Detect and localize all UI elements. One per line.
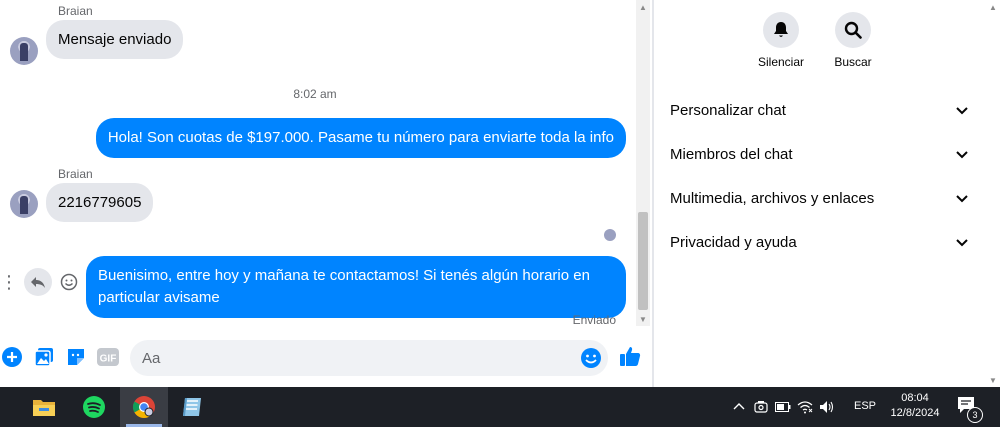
section-label: Personalizar chat bbox=[670, 101, 786, 119]
section-chat-members[interactable]: Miembros del chat bbox=[670, 142, 970, 166]
message-bubble-outgoing[interactable]: Hola! Son cuotas de $197.000. Pasame tu … bbox=[95, 118, 626, 158]
bell-icon bbox=[763, 12, 799, 48]
thumbs-up-icon[interactable] bbox=[618, 344, 644, 370]
panel-scrollbar[interactable]: ▲ ▼ bbox=[986, 0, 1000, 387]
more-options-icon[interactable]: ⋮ bbox=[0, 273, 18, 291]
chat-thread: Braian Mensaje enviado 8:02 am Hola! Son… bbox=[0, 0, 652, 387]
windows-taskbar: ESP 08:04 12/8/2024 3 bbox=[0, 387, 1000, 427]
chat-info-panel: Silenciar Buscar Personalizar chat Miemb… bbox=[654, 0, 986, 387]
react-button[interactable] bbox=[58, 271, 80, 293]
camera-icon[interactable] bbox=[750, 387, 772, 427]
spotify-icon[interactable] bbox=[70, 387, 118, 427]
message-bubble-incoming[interactable]: Mensaje enviado bbox=[46, 20, 184, 59]
message-bubble-incoming[interactable]: 2216779605 bbox=[46, 183, 154, 222]
avatar[interactable] bbox=[10, 190, 38, 218]
notes-app-icon[interactable] bbox=[168, 387, 216, 427]
seen-avatar-icon bbox=[604, 229, 616, 241]
gif-icon[interactable]: GIF bbox=[97, 346, 119, 368]
reply-button[interactable] bbox=[24, 268, 52, 296]
image-icon[interactable] bbox=[33, 346, 55, 368]
chevron-up-icon[interactable] bbox=[728, 387, 750, 427]
section-label: Privacidad y ayuda bbox=[670, 233, 797, 251]
chevron-down-icon bbox=[956, 195, 968, 203]
section-label: Multimedia, archivos y enlaces bbox=[670, 189, 875, 207]
section-privacy-help[interactable]: Privacidad y ayuda bbox=[670, 230, 970, 254]
mute-label: Silenciar bbox=[757, 55, 805, 69]
scrollbar-thumb[interactable] bbox=[638, 212, 648, 310]
section-media-files-links[interactable]: Multimedia, archivos y enlaces bbox=[670, 186, 970, 210]
section-label: Miembros del chat bbox=[670, 145, 793, 163]
scroll-up-icon[interactable]: ▲ bbox=[636, 0, 650, 14]
smiley-icon bbox=[60, 273, 78, 291]
message-input[interactable] bbox=[130, 340, 608, 376]
messenger-window: Braian Mensaje enviado 8:02 am Hola! Son… bbox=[0, 0, 1000, 427]
notification-count-badge: 3 bbox=[967, 407, 983, 423]
search-icon bbox=[835, 12, 871, 48]
scroll-up-icon[interactable]: ▲ bbox=[986, 0, 1000, 14]
input-language[interactable]: ESP bbox=[854, 400, 876, 412]
system-clock[interactable]: 08:04 12/8/2024 bbox=[886, 391, 944, 421]
search-label: Buscar bbox=[834, 55, 872, 69]
taskbar-edge bbox=[0, 387, 10, 427]
chat-scrollbar[interactable]: ▲ ▼ bbox=[636, 0, 650, 326]
avatar[interactable] bbox=[10, 37, 38, 65]
battery-icon[interactable] bbox=[772, 387, 794, 427]
mute-button[interactable]: Silenciar bbox=[751, 12, 811, 69]
chevron-down-icon bbox=[956, 151, 968, 159]
emoji-icon[interactable] bbox=[580, 347, 602, 369]
scroll-down-icon[interactable]: ▼ bbox=[986, 373, 1000, 387]
file-explorer-icon[interactable] bbox=[20, 387, 68, 427]
reply-icon bbox=[31, 277, 45, 288]
sticker-icon[interactable] bbox=[65, 346, 87, 368]
plus-icon[interactable] bbox=[1, 346, 23, 368]
chevron-down-icon bbox=[956, 107, 968, 115]
chrome-icon[interactable] bbox=[120, 387, 168, 427]
scroll-down-icon[interactable]: ▼ bbox=[636, 312, 650, 326]
section-personalize-chat[interactable]: Personalizar chat bbox=[670, 98, 970, 122]
message-actions: ⋮ bbox=[0, 268, 80, 296]
message-bubble-outgoing[interactable]: Buenisimo, entre hoy y mañana te contact… bbox=[86, 256, 626, 318]
chevron-down-icon bbox=[956, 239, 968, 247]
message-composer: GIF bbox=[0, 338, 652, 376]
message-status: Enviado bbox=[572, 313, 616, 327]
sender-name: Braian bbox=[58, 167, 93, 181]
svg-text:GIF: GIF bbox=[100, 354, 117, 365]
wifi-icon[interactable] bbox=[794, 387, 816, 427]
volume-icon[interactable] bbox=[816, 387, 838, 427]
system-tray bbox=[728, 387, 838, 427]
sender-name: Braian bbox=[58, 4, 93, 18]
clock-date: 12/8/2024 bbox=[890, 407, 940, 419]
search-button[interactable]: Buscar bbox=[823, 12, 883, 69]
message-timestamp: 8:02 am bbox=[293, 87, 337, 101]
clock-time: 08:04 bbox=[901, 392, 929, 404]
